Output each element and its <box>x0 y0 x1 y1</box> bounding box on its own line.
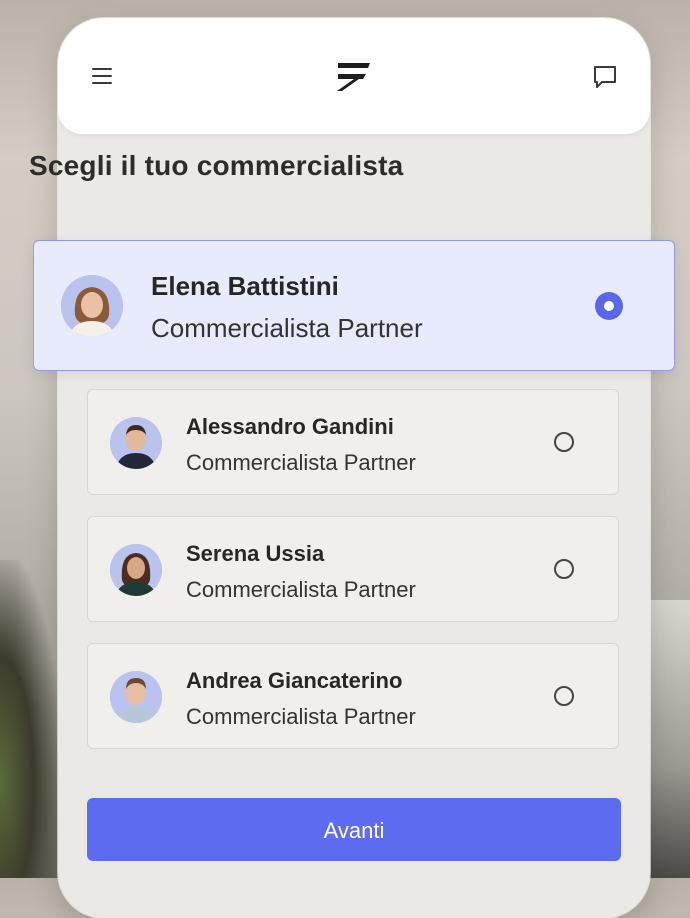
advisor-role: Commercialista Partner <box>186 577 416 602</box>
background-plant <box>0 560 60 878</box>
advisor-name: Serena Ussia <box>186 541 325 566</box>
advisor-name: Andrea Giancaterino <box>186 668 403 693</box>
page-title: Scegli il tuo commercialista <box>29 150 404 181</box>
radio-unselected[interactable] <box>554 559 574 579</box>
avatar <box>110 417 162 469</box>
advisor-card-elena-battistini[interactable]: Elena Battistini Commercialista Partner <box>33 240 675 371</box>
advisor-role: Commercialista Partner <box>186 450 416 475</box>
brand-logo-icon <box>337 63 370 91</box>
advisor-card-alessandro-gandini[interactable]: Alessandro Gandini Commercialista Partne… <box>87 389 619 495</box>
avatar <box>110 544 162 596</box>
radio-selected[interactable] <box>595 292 623 320</box>
chat-bubble-icon[interactable] <box>592 64 618 90</box>
advisor-role: Commercialista Partner <box>186 704 416 729</box>
avatar <box>110 671 162 723</box>
app-header <box>58 18 650 134</box>
radio-unselected[interactable] <box>554 432 574 452</box>
advisor-card-serena-ussia[interactable]: Serena Ussia Commercialista Partner <box>87 516 619 622</box>
next-button[interactable]: Avanti <box>87 798 621 861</box>
radio-unselected[interactable] <box>554 686 574 706</box>
hamburger-menu-icon[interactable] <box>92 68 114 84</box>
advisor-role: Commercialista Partner <box>151 313 423 343</box>
advisor-name: Alessandro Gandini <box>186 414 394 439</box>
advisor-name: Elena Battistini <box>151 271 339 301</box>
avatar <box>61 275 123 337</box>
advisor-card-andrea-giancaterino[interactable]: Andrea Giancaterino Commercialista Partn… <box>87 643 619 749</box>
